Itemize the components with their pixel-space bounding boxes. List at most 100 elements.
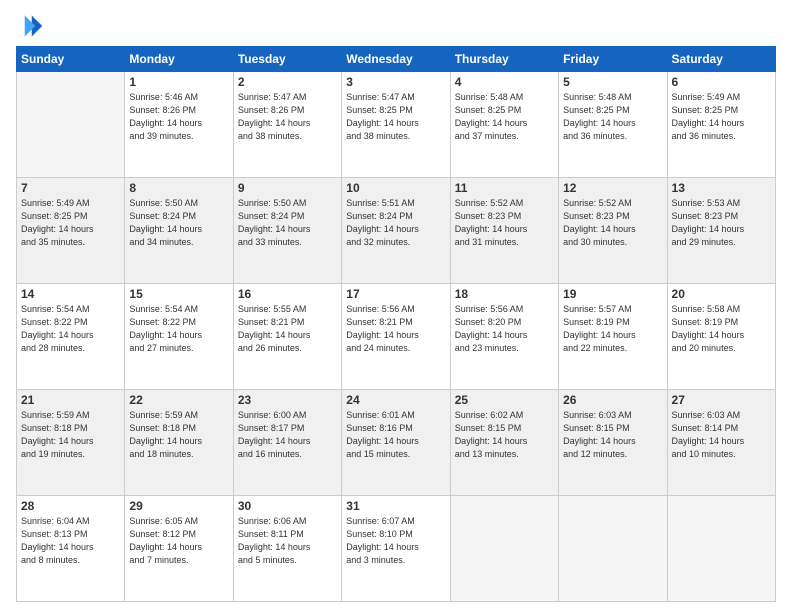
calendar-cell: 30 Sunrise: 6:06 AM Sunset: 8:11 PM Dayli… xyxy=(233,496,341,602)
day-number: 20 xyxy=(672,287,771,301)
calendar-table: SundayMondayTuesdayWednesdayThursdayFrid… xyxy=(16,46,776,602)
calendar-cell: 10 Sunrise: 5:51 AM Sunset: 8:24 PM Dayli… xyxy=(342,178,450,284)
day-info: Sunrise: 6:06 AM Sunset: 8:11 PM Dayligh… xyxy=(238,515,337,567)
calendar-header-row: SundayMondayTuesdayWednesdayThursdayFrid… xyxy=(17,47,776,72)
day-number: 4 xyxy=(455,75,554,89)
day-info: Sunrise: 5:56 AM Sunset: 8:21 PM Dayligh… xyxy=(346,303,445,355)
calendar-cell: 20 Sunrise: 5:58 AM Sunset: 8:19 PM Dayli… xyxy=(667,284,775,390)
day-number: 23 xyxy=(238,393,337,407)
calendar-cell: 23Sunrise: 6:00 AM Sunset: 8:17 PM Dayli… xyxy=(233,390,341,496)
day-info: Sunrise: 5:59 AM Sunset: 8:18 PM Dayligh… xyxy=(129,409,228,461)
day-number: 10 xyxy=(346,181,445,195)
calendar-cell xyxy=(559,496,667,602)
day-number: 25 xyxy=(455,393,554,407)
day-info: Sunrise: 5:54 AM Sunset: 8:22 PM Dayligh… xyxy=(129,303,228,355)
calendar-cell: 2 Sunrise: 5:47 AM Sunset: 8:26 PM Daylig… xyxy=(233,72,341,178)
day-number: 6 xyxy=(672,75,771,89)
calendar-cell: 25 Sunrise: 6:02 AM Sunset: 8:15 PM Dayli… xyxy=(450,390,558,496)
calendar-cell: 16 Sunrise: 5:55 AM Sunset: 8:21 PM Dayli… xyxy=(233,284,341,390)
calendar-cell: 19 Sunrise: 5:57 AM Sunset: 8:19 PM Dayli… xyxy=(559,284,667,390)
day-number: 18 xyxy=(455,287,554,301)
calendar-week-row: 7 Sunrise: 5:49 AM Sunset: 8:25 PM Daylig… xyxy=(17,178,776,284)
day-number: 16 xyxy=(238,287,337,301)
calendar-cell: 27Sunrise: 6:03 AM Sunset: 8:14 PM Dayli… xyxy=(667,390,775,496)
day-number: 12 xyxy=(563,181,662,195)
day-info: Sunrise: 6:07 AM Sunset: 8:10 PM Dayligh… xyxy=(346,515,445,567)
day-number: 1 xyxy=(129,75,228,89)
calendar-header-wednesday: Wednesday xyxy=(342,47,450,72)
day-number: 29 xyxy=(129,499,228,513)
day-number: 26 xyxy=(563,393,662,407)
day-number: 5 xyxy=(563,75,662,89)
day-number: 17 xyxy=(346,287,445,301)
day-info: Sunrise: 5:58 AM Sunset: 8:19 PM Dayligh… xyxy=(672,303,771,355)
day-number: 9 xyxy=(238,181,337,195)
calendar-cell xyxy=(667,496,775,602)
day-info: Sunrise: 5:52 AM Sunset: 8:23 PM Dayligh… xyxy=(563,197,662,249)
logo-icon xyxy=(16,12,44,40)
day-info: Sunrise: 5:49 AM Sunset: 8:25 PM Dayligh… xyxy=(21,197,120,249)
day-number: 22 xyxy=(129,393,228,407)
day-info: Sunrise: 5:55 AM Sunset: 8:21 PM Dayligh… xyxy=(238,303,337,355)
day-number: 13 xyxy=(672,181,771,195)
day-info: Sunrise: 5:48 AM Sunset: 8:25 PM Dayligh… xyxy=(563,91,662,143)
calendar-cell: 9 Sunrise: 5:50 AM Sunset: 8:24 PM Daylig… xyxy=(233,178,341,284)
calendar-cell: 4 Sunrise: 5:48 AM Sunset: 8:25 PM Daylig… xyxy=(450,72,558,178)
day-info: Sunrise: 5:51 AM Sunset: 8:24 PM Dayligh… xyxy=(346,197,445,249)
day-info: Sunrise: 6:05 AM Sunset: 8:12 PM Dayligh… xyxy=(129,515,228,567)
day-info: Sunrise: 6:03 AM Sunset: 8:15 PM Dayligh… xyxy=(563,409,662,461)
day-info: Sunrise: 5:50 AM Sunset: 8:24 PM Dayligh… xyxy=(129,197,228,249)
calendar-cell: 11 Sunrise: 5:52 AM Sunset: 8:23 PM Dayli… xyxy=(450,178,558,284)
calendar-cell: 3Sunrise: 5:47 AM Sunset: 8:25 PM Daylig… xyxy=(342,72,450,178)
calendar-cell: 8 Sunrise: 5:50 AM Sunset: 8:24 PM Daylig… xyxy=(125,178,233,284)
day-number: 30 xyxy=(238,499,337,513)
day-number: 14 xyxy=(21,287,120,301)
day-number: 8 xyxy=(129,181,228,195)
calendar-cell: 31Sunrise: 6:07 AM Sunset: 8:10 PM Dayli… xyxy=(342,496,450,602)
day-number: 11 xyxy=(455,181,554,195)
day-info: Sunrise: 5:47 AM Sunset: 8:26 PM Dayligh… xyxy=(238,91,337,143)
day-number: 2 xyxy=(238,75,337,89)
day-info: Sunrise: 5:50 AM Sunset: 8:24 PM Dayligh… xyxy=(238,197,337,249)
calendar-cell: 6Sunrise: 5:49 AM Sunset: 8:25 PM Daylig… xyxy=(667,72,775,178)
calendar-header-thursday: Thursday xyxy=(450,47,558,72)
calendar-cell: 26 Sunrise: 6:03 AM Sunset: 8:15 PM Dayli… xyxy=(559,390,667,496)
calendar-cell: 22 Sunrise: 5:59 AM Sunset: 8:18 PM Dayli… xyxy=(125,390,233,496)
day-info: Sunrise: 6:01 AM Sunset: 8:16 PM Dayligh… xyxy=(346,409,445,461)
day-info: Sunrise: 5:52 AM Sunset: 8:23 PM Dayligh… xyxy=(455,197,554,249)
logo xyxy=(16,12,48,40)
day-number: 7 xyxy=(21,181,120,195)
calendar-cell xyxy=(17,72,125,178)
day-number: 15 xyxy=(129,287,228,301)
calendar-week-row: 21 Sunrise: 5:59 AM Sunset: 8:18 PM Dayli… xyxy=(17,390,776,496)
calendar-cell: 28 Sunrise: 6:04 AM Sunset: 8:13 PM Dayli… xyxy=(17,496,125,602)
day-info: Sunrise: 5:57 AM Sunset: 8:19 PM Dayligh… xyxy=(563,303,662,355)
day-number: 21 xyxy=(21,393,120,407)
calendar-cell: 1 Sunrise: 5:46 AM Sunset: 8:26 PM Daylig… xyxy=(125,72,233,178)
day-info: Sunrise: 5:48 AM Sunset: 8:25 PM Dayligh… xyxy=(455,91,554,143)
calendar-cell: 12 Sunrise: 5:52 AM Sunset: 8:23 PM Dayli… xyxy=(559,178,667,284)
calendar-header-tuesday: Tuesday xyxy=(233,47,341,72)
calendar-cell: 29 Sunrise: 6:05 AM Sunset: 8:12 PM Dayli… xyxy=(125,496,233,602)
calendar-cell: 14 Sunrise: 5:54 AM Sunset: 8:22 PM Dayli… xyxy=(17,284,125,390)
calendar-week-row: 1 Sunrise: 5:46 AM Sunset: 8:26 PM Daylig… xyxy=(17,72,776,178)
day-number: 24 xyxy=(346,393,445,407)
day-number: 19 xyxy=(563,287,662,301)
calendar-cell: 24 Sunrise: 6:01 AM Sunset: 8:16 PM Dayli… xyxy=(342,390,450,496)
calendar-cell xyxy=(450,496,558,602)
calendar-cell: 7 Sunrise: 5:49 AM Sunset: 8:25 PM Daylig… xyxy=(17,178,125,284)
day-number: 28 xyxy=(21,499,120,513)
day-info: Sunrise: 6:04 AM Sunset: 8:13 PM Dayligh… xyxy=(21,515,120,567)
calendar-header-monday: Monday xyxy=(125,47,233,72)
day-info: Sunrise: 5:53 AM Sunset: 8:23 PM Dayligh… xyxy=(672,197,771,249)
day-info: Sunrise: 5:46 AM Sunset: 8:26 PM Dayligh… xyxy=(129,91,228,143)
calendar-header-saturday: Saturday xyxy=(667,47,775,72)
calendar-week-row: 14 Sunrise: 5:54 AM Sunset: 8:22 PM Dayli… xyxy=(17,284,776,390)
calendar-cell: 17 Sunrise: 5:56 AM Sunset: 8:21 PM Dayli… xyxy=(342,284,450,390)
day-info: Sunrise: 6:02 AM Sunset: 8:15 PM Dayligh… xyxy=(455,409,554,461)
day-info: Sunrise: 6:03 AM Sunset: 8:14 PM Dayligh… xyxy=(672,409,771,461)
calendar-cell: 21Sunrise: 5:59 AM Sunset: 8:18 PM Dayli… xyxy=(17,390,125,496)
day-info: Sunrise: 5:54 AM Sunset: 8:22 PM Dayligh… xyxy=(21,303,120,355)
calendar-header-sunday: Sunday xyxy=(17,47,125,72)
calendar-week-row: 28 Sunrise: 6:04 AM Sunset: 8:13 PM Dayli… xyxy=(17,496,776,602)
